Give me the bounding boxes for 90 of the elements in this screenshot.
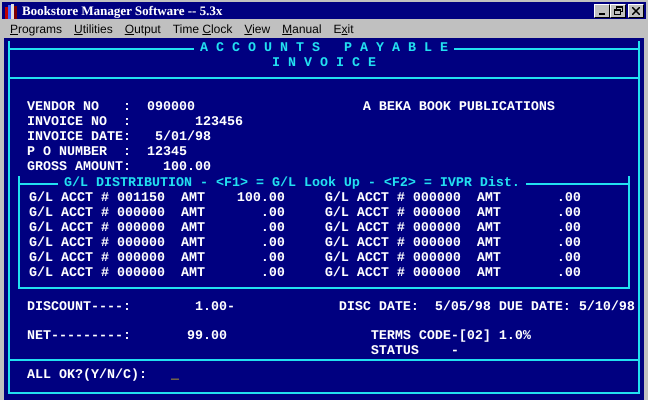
account-label: G/L ACCT #: [324, 266, 405, 281]
disc-date-value: 5/05/98: [434, 300, 491, 315]
discount-value: 1.00-: [194, 300, 235, 315]
restore-button[interactable]: [610, 4, 626, 18]
amount-value: .00: [556, 191, 581, 206]
account-number: 000000: [412, 191, 461, 206]
amount-value: .00: [260, 236, 285, 251]
screen-subtitle: I N V O I C E: [271, 56, 377, 71]
discount-label: DISCOUNT----:: [27, 300, 131, 315]
field-value: 123456: [194, 115, 243, 130]
account-number: 000000: [116, 206, 165, 221]
account-number: 000000: [412, 236, 461, 251]
minimize-button[interactable]: [594, 4, 610, 18]
close-button[interactable]: [628, 4, 644, 18]
account-number: 000000: [412, 266, 461, 281]
due-date-value: 5/10/98: [578, 300, 635, 315]
amount-label: AMT: [180, 266, 205, 281]
account-label: G/L ACCT #: [324, 251, 405, 266]
account-number: 001150: [116, 191, 165, 206]
amount-value: .00: [556, 251, 581, 266]
account-label: G/L ACCT #: [29, 206, 109, 221]
amount-value: 100.00: [236, 191, 285, 206]
prompt-label: ALL OK?(Y/N/C):: [27, 368, 147, 383]
account-label: G/L ACCT #: [29, 191, 109, 206]
menu-item[interactable]: Exit: [328, 22, 360, 36]
field-label: VENDOR NO :: [27, 100, 131, 115]
net-label: NET---------:: [27, 329, 131, 344]
amount-label: AMT: [476, 221, 501, 236]
amount-label: AMT: [476, 236, 501, 251]
amount-label: AMT: [476, 266, 501, 281]
account-label: G/L ACCT #: [29, 221, 109, 236]
restore-icon: [614, 6, 622, 16]
field-value: 090000: [146, 100, 195, 115]
distribution-title: G/L DISTRIBUTION - <F1> = G/L Look Up - <F2> = IVPR Dist.: [63, 176, 521, 191]
amount-label: AMT: [180, 206, 205, 221]
menu-item[interactable]: View: [238, 22, 276, 36]
menu-item[interactable]: Time Clock: [166, 22, 238, 36]
field-value: 12345: [146, 145, 187, 160]
account-label: G/L ACCT #: [324, 221, 405, 236]
account-number: 000000: [116, 251, 165, 266]
amount-value: .00: [260, 266, 285, 281]
window-title: Bookstore Manager Software -- 5.3x: [22, 2, 222, 19]
amount-label: AMT: [180, 221, 205, 236]
field-value: 100.00: [162, 160, 211, 175]
account-label: G/L ACCT #: [324, 206, 405, 221]
amount-value: .00: [556, 221, 581, 236]
amount-value: .00: [556, 266, 581, 281]
field-value: 5/01/98: [154, 130, 211, 145]
books-icon: [4, 2, 18, 19]
amount-label: AMT: [180, 251, 205, 266]
text-cursor[interactable]: _: [170, 368, 179, 383]
menu-item[interactable]: Utilities: [68, 22, 119, 36]
field-label: INVOICE NO :: [27, 115, 131, 130]
minimize-icon: [599, 12, 605, 15]
vendor-name: A BEKA BOOK PUBLICATIONS: [362, 100, 555, 115]
account-number: 000000: [116, 236, 165, 251]
close-icon: [632, 6, 640, 15]
status-value: -: [450, 344, 459, 359]
amount-label: AMT: [180, 236, 205, 251]
account-number: 000000: [412, 251, 461, 266]
account-label: G/L ACCT #: [324, 191, 405, 206]
amount-label: AMT: [180, 191, 205, 206]
disc-date-label: DISC DATE:: [338, 300, 419, 315]
account-label: G/L ACCT #: [29, 236, 109, 251]
amount-label: AMT: [476, 251, 501, 266]
account-label: G/L ACCT #: [29, 266, 109, 281]
account-number: 000000: [116, 221, 165, 236]
account-number: 000000: [412, 206, 461, 221]
amount-value: .00: [556, 206, 581, 221]
field-label: INVOICE DATE:: [27, 130, 131, 145]
due-date-label: DUE DATE:: [498, 300, 571, 315]
net-value: 99.00: [186, 329, 227, 344]
amount-label: AMT: [476, 191, 501, 206]
amount-value: .00: [260, 221, 285, 236]
amount-value: .00: [556, 236, 581, 251]
account-number: 000000: [116, 266, 165, 281]
account-number: 000000: [412, 221, 461, 236]
amount-value: .00: [260, 206, 285, 221]
field-label: P O NUMBER :: [27, 145, 131, 160]
account-label: G/L ACCT #: [324, 236, 405, 251]
screen-title: A C C O U N T S P A Y A B L E: [199, 41, 449, 56]
menu-item[interactable]: Output: [118, 22, 167, 36]
amount-label: AMT: [476, 206, 501, 221]
amount-value: .00: [260, 251, 285, 266]
terms-code: TERMS CODE-[02] 1.0%: [370, 329, 531, 344]
status-label: STATUS: [370, 344, 419, 359]
menu-item[interactable]: Programs: [4, 22, 68, 36]
account-label: G/L ACCT #: [29, 251, 109, 266]
menu-item[interactable]: Manual: [276, 22, 328, 36]
field-label: GROSS AMOUNT:: [27, 160, 131, 175]
